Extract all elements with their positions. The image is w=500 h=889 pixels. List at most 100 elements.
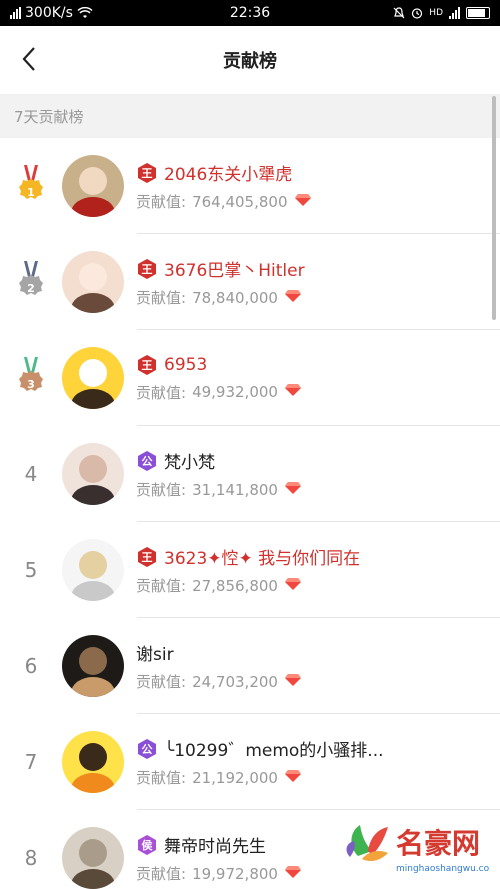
rank-number: 3 <box>27 377 35 391</box>
contribution-value: 19,972,800 <box>192 864 278 883</box>
ranking-row[interactable]: 6 谢sir 贡献值: 24,703,200 <box>0 618 500 714</box>
contribution-label: 贡献值: <box>136 865 187 883</box>
level-badge: 王 <box>136 546 158 568</box>
ranking-row[interactable]: 4 公梵小梵 贡献值: 31,141,800 <box>0 426 500 522</box>
contribution-label: 贡献值: <box>136 481 187 499</box>
contribution-line: 贡献值: 27,856,800 <box>136 575 360 596</box>
avatar[interactable] <box>62 731 124 793</box>
user-name[interactable]: 3676巴掌丶Hitler <box>164 256 305 281</box>
watermark-logo: 名豪网 minghaoshangwu.com <box>340 811 498 881</box>
cell-signal-icon <box>449 7 460 19</box>
rank-number: 6 <box>24 654 38 678</box>
name-line: 侯舞帝时尚先生 <box>136 832 302 857</box>
contribution-label: 贡献值: <box>136 673 187 691</box>
user-name[interactable]: 3623✦悾✦ 我与你们同在 <box>164 544 360 569</box>
user-info: 谢sir 贡献值: 24,703,200 <box>136 640 302 692</box>
contribution-value: 27,856,800 <box>192 576 278 595</box>
rank-medal-icon: 3 <box>0 355 62 401</box>
chevron-left-icon <box>22 47 35 71</box>
contribution-value: 49,932,000 <box>192 383 278 401</box>
contribution-value: 764,405,800 <box>192 192 288 211</box>
rank-number: 5 <box>24 558 38 582</box>
contribution-label: 贡献值: <box>136 193 187 211</box>
nav-bar: 贡献榜 <box>0 26 500 94</box>
signal-icon <box>10 7 21 19</box>
contribution-line: 贡献值: 19,972,800 <box>136 863 302 884</box>
level-badge: 公 <box>136 738 158 760</box>
diamond-icon <box>284 481 302 499</box>
svg-text:minghaoshangwu.com: minghaoshangwu.com <box>396 864 490 874</box>
level-badge-text: 王 <box>141 166 153 180</box>
user-info: 王 3676巴掌丶Hitler 贡献值: 78,840,000 <box>136 256 305 308</box>
ranking-row[interactable]: 7 公 ╰10299゛memo的小骚排... 贡献值: 21,192,000 <box>0 714 500 810</box>
wifi-icon <box>77 7 93 18</box>
user-name[interactable]: 2046东关小犟虎 <box>164 160 292 185</box>
rank-medal-icon: 1 <box>0 163 62 209</box>
contribution-label: 贡献值: <box>136 769 187 787</box>
name-line: 公 ╰10299゛memo的小骚排... <box>136 736 384 761</box>
diamond-icon <box>284 289 302 307</box>
diamond-icon <box>284 383 302 401</box>
avatar[interactable] <box>62 155 124 217</box>
svg-text:名豪网: 名豪网 <box>396 827 480 860</box>
name-line: 王 6953 <box>136 354 302 376</box>
avatar[interactable] <box>62 539 124 601</box>
contribution-value: 24,703,200 <box>192 672 278 691</box>
rank-number: 8 <box>24 846 38 870</box>
level-badge-text: 王 <box>141 358 153 372</box>
name-line: 王 3623✦悾✦ 我与你们同在 <box>136 544 360 569</box>
contribution-label: 贡献值: <box>136 383 187 402</box>
back-button[interactable] <box>14 44 44 74</box>
scrollbar[interactable] <box>492 96 496 320</box>
user-name[interactable]: 谢sir <box>136 640 174 665</box>
rank-number: 7 <box>24 750 38 774</box>
contribution-line: 贡献值: 21,192,000 <box>136 767 384 788</box>
user-name[interactable]: 6953 <box>164 355 207 375</box>
name-line: 王 2046东关小犟虎 <box>136 160 312 185</box>
contribution-line: 贡献值: 78,840,000 <box>136 287 305 308</box>
level-badge: 王 <box>136 354 158 376</box>
avatar[interactable] <box>62 443 124 505</box>
user-name[interactable]: 梵小梵 <box>164 448 215 473</box>
avatar[interactable] <box>62 635 124 697</box>
diamond-icon <box>284 577 302 595</box>
hd-icon: HD <box>429 8 443 18</box>
name-line: 谢sir <box>136 640 302 665</box>
section-header: 7天贡献榜 <box>0 94 500 138</box>
user-name[interactable]: 舞帝时尚先生 <box>164 832 266 857</box>
avatar[interactable] <box>62 827 124 889</box>
user-name[interactable]: ╰10299゛memo的小骚排... <box>164 736 384 761</box>
name-line: 公梵小梵 <box>136 448 302 473</box>
user-info: 公 ╰10299゛memo的小骚排... 贡献值: 21,192,000 <box>136 736 384 788</box>
contribution-line: 贡献值: 764,405,800 <box>136 191 312 212</box>
level-badge-text: 王 <box>141 550 153 564</box>
clock: 22:36 <box>229 5 271 21</box>
contribution-value: 31,141,800 <box>192 480 278 499</box>
level-badge: 王 <box>136 258 158 280</box>
user-info: 侯舞帝时尚先生贡献值: 19,972,800 <box>136 832 302 884</box>
contribution-line: 贡献值: 31,141,800 <box>136 479 302 500</box>
contribution-line: 贡献值: 24,703,200 <box>136 671 302 692</box>
avatar[interactable] <box>62 347 124 409</box>
diamond-icon <box>284 865 302 883</box>
battery-icon <box>466 7 490 19</box>
level-badge: 侯 <box>136 834 158 856</box>
rank-medal-icon: 2 <box>0 259 62 305</box>
level-badge: 公 <box>136 450 158 472</box>
user-info: 公梵小梵贡献值: 31,141,800 <box>136 448 302 500</box>
ranking-row[interactable]: 2 王 3676巴掌丶Hitler 贡献值: 78,840,000 <box>0 234 500 330</box>
contribution-value: 21,192,000 <box>192 768 278 787</box>
alarm-icon <box>412 8 423 19</box>
diamond-icon <box>284 769 302 787</box>
level-badge-text: 公 <box>141 454 153 468</box>
ranking-row[interactable]: 1 王 2046东关小犟虎贡献值: 764,405,800 <box>0 138 500 234</box>
ranking-row[interactable]: 5 王 3623✦悾✦ 我与你们同在贡献值: 27,856,800 <box>0 522 500 618</box>
name-line: 王 3676巴掌丶Hitler <box>136 256 305 281</box>
contribution-value: 78,840,000 <box>192 288 278 307</box>
contribution-line: 贡献值: 49,932,000 <box>136 382 302 403</box>
network-speed: 300K/s <box>25 5 73 21</box>
status-left: 300K/s <box>10 5 93 21</box>
avatar[interactable] <box>62 251 124 313</box>
rank-number: 2 <box>27 281 35 295</box>
ranking-row[interactable]: 3 王 6953 贡献值: 49,932,000 <box>0 330 500 426</box>
